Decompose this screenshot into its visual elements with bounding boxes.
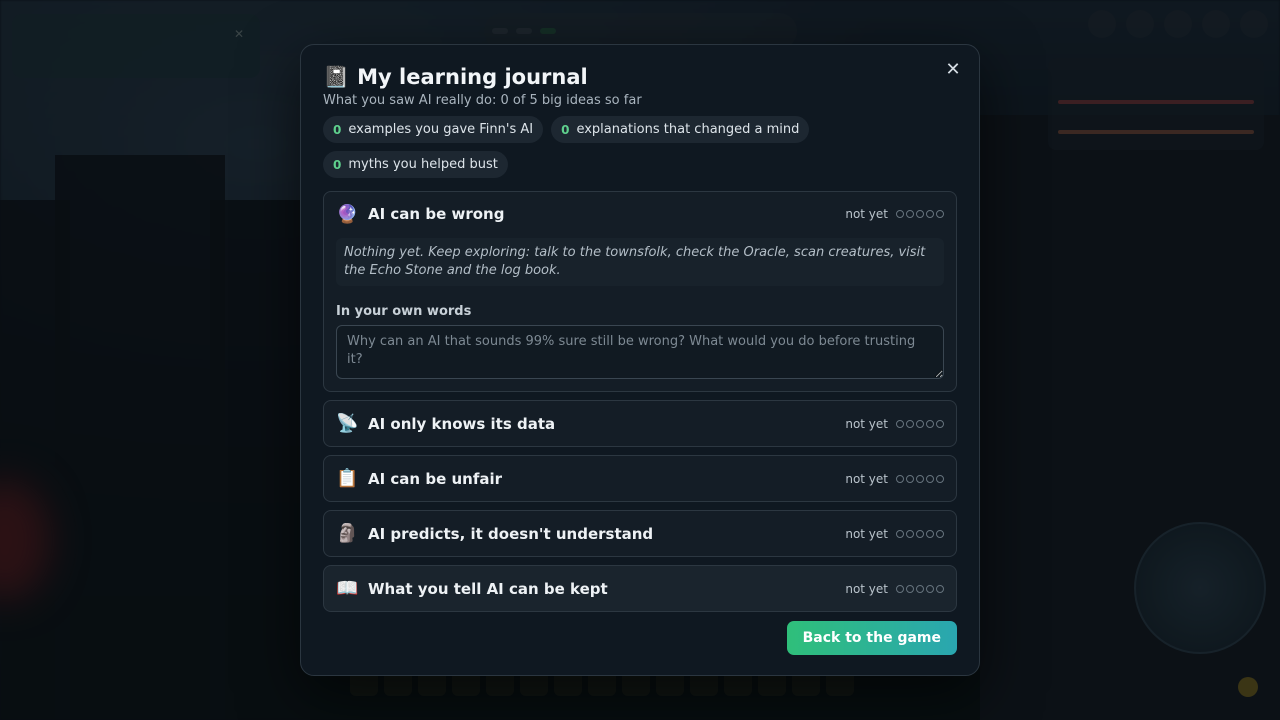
close-icon: ✕ — [945, 58, 961, 80]
dialog-subtitle: What you saw AI really do: 0 of 5 big id… — [323, 93, 642, 108]
progress-dot — [936, 584, 944, 593]
idea-header[interactable]: 📋 AI can be unfair not yet — [324, 456, 956, 501]
own-words-input[interactable] — [336, 325, 944, 379]
idea-header[interactable]: 📡 AI only knows its data not yet — [324, 401, 956, 446]
idea-card-ai-can-be-unfair[interactable]: 📋 AI can be unfair not yet — [323, 455, 957, 502]
stats-list: 0 examples you gave Finn's AI 0 explanat… — [323, 116, 823, 178]
moai-icon: 🗿 — [336, 523, 359, 544]
idea-progress — [896, 474, 944, 483]
stat-count: 0 — [561, 122, 570, 137]
stat-label: examples you gave Finn's AI — [348, 122, 534, 137]
stat-chip-myths: 0 myths you helped bust — [323, 151, 508, 178]
progress-dot — [916, 584, 924, 593]
open-book-icon: 📖 — [336, 578, 359, 599]
idea-title: AI can be wrong — [368, 205, 505, 223]
idea-card-ai-can-be-wrong: 🔮 AI can be wrong not yet Nothing yet. K… — [323, 191, 957, 392]
idea-card-what-you-tell-ai[interactable]: 📖 What you tell AI can be kept not yet — [323, 565, 957, 612]
progress-dot — [926, 529, 934, 538]
idea-header[interactable]: 📖 What you tell AI can be kept not yet — [324, 566, 956, 611]
stat-chip-examples: 0 examples you gave Finn's AI — [323, 116, 544, 143]
idea-title: AI predicts, it doesn't understand — [368, 524, 654, 543]
idea-title: AI only knows its data — [368, 414, 556, 433]
progress-dot — [896, 584, 904, 593]
crystal-ball-icon: 🔮 — [336, 203, 359, 225]
progress-dot — [906, 584, 914, 593]
progress-dot — [896, 529, 904, 538]
progress-dot — [916, 474, 924, 483]
progress-dot — [926, 474, 934, 483]
progress-dot — [936, 210, 944, 218]
progress-dot — [926, 210, 934, 218]
learning-journal-dialog: ✕ 📓 My learning journal What you saw AI … — [300, 44, 980, 676]
big-ideas-list: 🔮 AI can be wrong not yet Nothing yet. K… — [323, 191, 957, 612]
progress-dot — [906, 474, 914, 483]
stat-label: myths you helped bust — [348, 157, 498, 172]
idea-progress — [896, 529, 944, 538]
idea-card-ai-only-knows-its-data[interactable]: 📡 AI only knows its data not yet — [323, 400, 957, 447]
idea-status: not yet — [845, 581, 888, 596]
idea-progress — [896, 419, 944, 428]
progress-dot — [896, 474, 904, 483]
progress-dot — [936, 529, 944, 538]
progress-dot — [916, 419, 924, 428]
own-words-label: In your own words — [336, 304, 472, 319]
notebook-icon: 📓 — [323, 65, 350, 89]
progress-dot — [906, 529, 914, 538]
stat-count: 0 — [333, 157, 342, 172]
clipboard-icon: 📋 — [336, 468, 359, 489]
progress-dot — [926, 584, 934, 593]
dialog-footer: Back to the game — [786, 621, 957, 655]
close-button[interactable]: ✕ — [941, 57, 965, 81]
progress-dot — [896, 419, 904, 428]
idea-header[interactable]: 🔮 AI can be wrong not yet — [324, 192, 956, 236]
progress-dot — [926, 419, 934, 428]
idea-title: AI can be unfair — [368, 469, 503, 488]
idea-progress — [896, 210, 944, 218]
stat-label: explanations that changed a mind — [576, 122, 800, 137]
idea-title: What you tell AI can be kept — [368, 579, 608, 598]
progress-dot — [936, 474, 944, 483]
progress-dot — [936, 419, 944, 428]
stat-chip-explanations: 0 explanations that changed a mind — [551, 116, 810, 143]
idea-header[interactable]: 🗿 AI predicts, it doesn't understand not… — [324, 511, 956, 556]
idea-progress — [896, 584, 944, 593]
progress-dot — [906, 210, 914, 218]
idea-status: not yet — [845, 416, 888, 431]
idea-card-ai-predicts[interactable]: 🗿 AI predicts, it doesn't understand not… — [323, 510, 957, 557]
idea-status: not yet — [845, 471, 888, 486]
progress-dot — [896, 210, 904, 218]
back-to-game-button[interactable]: Back to the game — [786, 621, 957, 655]
stat-count: 0 — [333, 122, 342, 137]
idea-status: not yet — [845, 526, 888, 541]
progress-dot — [916, 529, 924, 538]
idea-status: not yet — [845, 207, 888, 221]
progress-dot — [906, 419, 914, 428]
progress-dot — [916, 210, 924, 218]
dialog-header: 📓 My learning journal — [323, 65, 957, 89]
satellite-dish-icon: 📡 — [336, 413, 359, 434]
dialog-title: My learning journal — [357, 65, 588, 89]
idea-evidence-note: Nothing yet. Keep exploring: talk to the… — [336, 238, 944, 286]
